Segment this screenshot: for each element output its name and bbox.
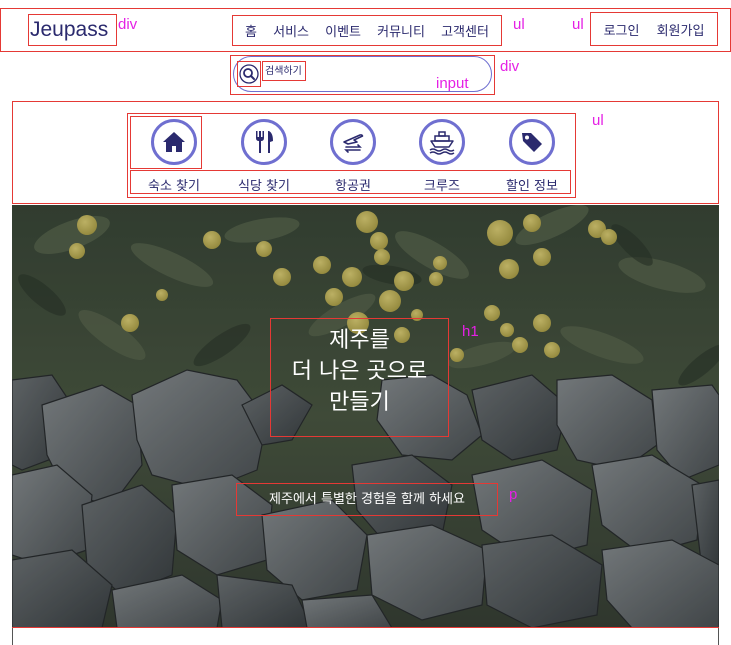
ship-icon <box>429 131 455 155</box>
search-div-tag-label: div <box>500 58 520 75</box>
category-icon-circle[interactable] <box>419 119 465 165</box>
auth-nav: 로그인 회원가입 <box>590 12 718 46</box>
hero-title-line: 제주를 <box>329 328 390 353</box>
nav-item-events[interactable]: 이벤트 <box>325 21 361 40</box>
hero-subtitle: 제주에서 특별한 경험을 함께 하세요 <box>236 483 498 516</box>
hero-title: 제주를 더 나은 곳으로 만들기 <box>270 318 449 437</box>
auth-tag-label: ul <box>572 16 584 33</box>
search-input[interactable] <box>262 61 306 81</box>
fork-knife-icon <box>256 131 273 153</box>
h1-tag-label: h1 <box>462 323 479 340</box>
logo-tag-label: div <box>118 16 138 33</box>
nav-item-home[interactable]: 홈 <box>245 21 257 40</box>
hero-title-line: 더 나은 곳으로 <box>291 359 428 384</box>
airplane-ticket-icon <box>343 134 364 153</box>
signup-link[interactable]: 회원가입 <box>657 20 705 39</box>
category-label-row-outline <box>130 170 571 194</box>
nav-tag-label: ul <box>513 16 525 33</box>
search-button[interactable] <box>237 61 261 87</box>
nav-item-support[interactable]: 고객센터 <box>441 21 489 40</box>
login-link[interactable]: 로그인 <box>604 20 640 39</box>
category-tag-label: ul <box>592 112 604 129</box>
category-icon-circle[interactable] <box>330 119 376 165</box>
tag-icon <box>522 133 542 152</box>
search-icon <box>239 64 259 84</box>
first-category-outline <box>130 116 202 169</box>
site-logo[interactable]: Jeupass <box>28 14 117 46</box>
nav-item-community[interactable]: 커뮤니티 <box>377 21 425 40</box>
main-nav: 홈 서비스 이벤트 커뮤니티 고객센터 <box>232 15 502 46</box>
category-icon-circle[interactable] <box>241 119 287 165</box>
hero-title-line: 만들기 <box>329 390 390 415</box>
category-icon-circle[interactable] <box>509 119 555 165</box>
p-tag-label: p <box>509 486 518 503</box>
nav-item-services[interactable]: 서비스 <box>273 21 309 40</box>
next-section-edge <box>12 628 719 645</box>
input-tag-label: input <box>436 75 469 92</box>
